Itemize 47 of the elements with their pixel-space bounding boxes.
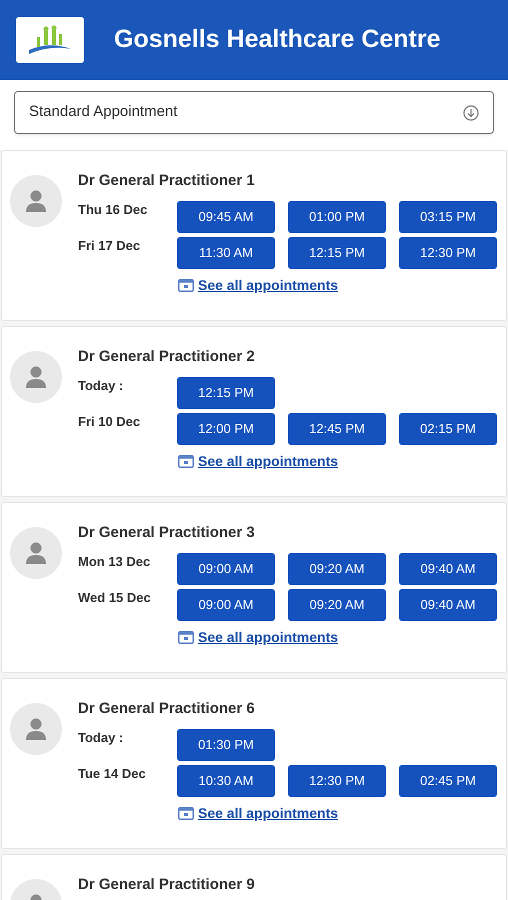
time-slot-button[interactable]: 02:15 PM <box>399 413 497 445</box>
date-label: Today : <box>78 729 124 747</box>
time-slot-button[interactable]: 12:30 PM <box>399 237 497 269</box>
appointment-type-select[interactable]: Standard Appointment <box>14 91 494 134</box>
see-all-appointments-link[interactable]: See all appointments <box>178 451 497 472</box>
date-label: Today : <box>78 377 124 395</box>
practitioner-name: Dr General Practitioner 3 <box>78 523 256 543</box>
date-label: Mon 13 Dec <box>78 553 152 571</box>
time-slot-button[interactable]: 12:15 PM <box>177 377 275 409</box>
see-all-appointments-link[interactable]: See all appointments <box>178 627 497 648</box>
time-slot-button[interactable]: 09:40 AM <box>399 589 497 621</box>
time-slot-button[interactable]: 09:40 AM <box>399 553 497 585</box>
date-label: Fri 10 Dec <box>78 413 142 431</box>
time-slot-button[interactable]: 01:30 PM <box>177 729 275 761</box>
practitioner-name: Dr General Practitioner 9 <box>78 875 255 895</box>
time-slot-button[interactable]: 10:30 AM <box>177 765 275 797</box>
time-slot-button[interactable]: 12:30 PM <box>288 765 386 797</box>
time-slot-button[interactable]: 12:45 PM <box>288 413 386 445</box>
person-icon <box>25 189 47 213</box>
date-label: Tue 14 Dec <box>78 765 147 783</box>
date-label: Thu 16 Dec <box>78 201 148 219</box>
clinic-title: Gosnells Healthcare Centre <box>114 24 441 56</box>
date-label: Wed 15 Dec <box>78 589 152 607</box>
calendar-icon <box>178 455 194 468</box>
time-slot-button[interactable]: 09:20 AM <box>288 553 386 585</box>
see-all-appointments-link[interactable]: See all appointments <box>178 275 497 296</box>
person-icon <box>25 717 47 741</box>
person-icon <box>25 365 47 389</box>
practitioner-name: Dr General Practitioner 2 <box>78 347 256 367</box>
practitioner-name: Dr General Practitioner 6 <box>78 699 256 719</box>
calendar-icon <box>178 807 194 820</box>
time-slot-button[interactable]: 11:30 AM <box>177 237 275 269</box>
date-label: Fri 17 Dec <box>78 237 142 255</box>
time-slot-button[interactable]: 09:45 AM <box>177 201 275 233</box>
time-slot-button[interactable]: 02:45 PM <box>399 765 497 797</box>
time-slot-button[interactable]: 01:00 PM <box>288 201 386 233</box>
time-slot-button[interactable]: 09:00 AM <box>177 589 275 621</box>
time-slot-button[interactable]: 12:15 PM <box>288 237 386 269</box>
calendar-icon <box>178 631 194 644</box>
person-icon <box>25 541 47 565</box>
see-all-appointments-link[interactable]: See all appointments <box>178 803 497 824</box>
time-slot-button[interactable]: 09:00 AM <box>177 553 275 585</box>
time-slot-button[interactable]: 12:00 PM <box>177 413 275 445</box>
practitioner-name: Dr General Practitioner 1 <box>78 171 256 191</box>
time-slot-button[interactable]: 03:15 PM <box>399 201 497 233</box>
calendar-icon <box>178 279 194 292</box>
time-slot-button[interactable]: 09:20 AM <box>288 589 386 621</box>
